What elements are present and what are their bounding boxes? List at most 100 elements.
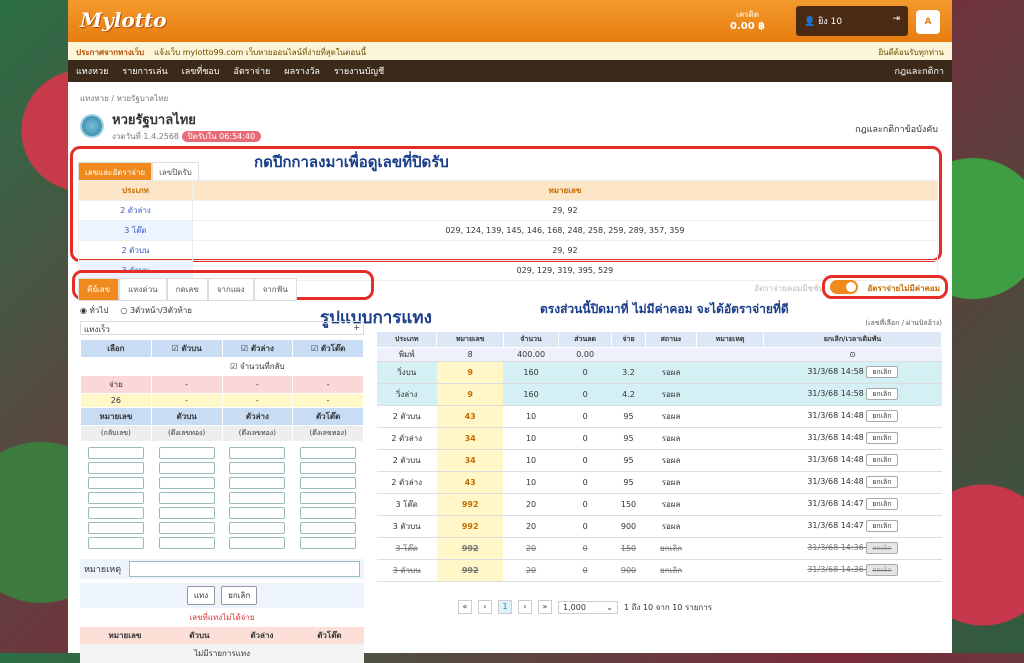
amount-input[interactable] bbox=[158, 507, 215, 519]
plus-icon[interactable]: + bbox=[353, 323, 360, 333]
bet-time: 31/3/68 14:36 bbox=[807, 543, 864, 552]
check-top[interactable]: ☑ ตัวบน bbox=[150, 339, 223, 358]
cancel-bet-button[interactable]: ยกเลิก bbox=[866, 520, 898, 532]
nav-item-rate[interactable]: อัตราจ่าย bbox=[234, 64, 271, 78]
first-page-button[interactable]: « bbox=[458, 600, 472, 614]
note-input[interactable] bbox=[129, 561, 360, 577]
cell: 31/3/68 14:58 ยกเลิก bbox=[763, 361, 942, 384]
cancel-bet-button[interactable]: ยกเลิก bbox=[866, 366, 898, 378]
amount-input[interactable] bbox=[158, 537, 215, 549]
amount-input[interactable] bbox=[300, 537, 357, 549]
sub-pull[interactable]: (ดึงเลขทอง) bbox=[292, 425, 364, 442]
page-button[interactable]: 1 bbox=[498, 600, 512, 614]
tab-panel[interactable]: จากแผง bbox=[207, 278, 254, 301]
user-box[interactable]: 👤 ยิง 10 ⇥ bbox=[796, 6, 908, 36]
cell bbox=[696, 537, 764, 560]
site-logo[interactable]: Mylotto bbox=[80, 8, 167, 32]
amount-input[interactable] bbox=[229, 447, 286, 459]
cell: 2 ตัวล่าง bbox=[376, 427, 437, 450]
cancel-button[interactable]: ยกเลิก bbox=[221, 586, 258, 605]
number-input[interactable] bbox=[87, 537, 144, 549]
nav-item-fav[interactable]: เลขที่ชอบ bbox=[182, 64, 220, 78]
next-page-button[interactable]: › bbox=[518, 600, 532, 614]
nav-item-rules[interactable]: กฎและกติกา bbox=[895, 64, 944, 78]
cell: 34 bbox=[436, 427, 504, 450]
number-input[interactable] bbox=[87, 462, 144, 474]
amount-input[interactable] bbox=[300, 477, 357, 489]
radio-front-back[interactable]: ○ 3ตัวหน้า/3ตัวท้าย bbox=[120, 304, 191, 317]
cancel-bet-button[interactable]: ยกเลิก bbox=[866, 564, 898, 576]
cancel-bet-button[interactable]: ยกเลิก bbox=[866, 476, 898, 488]
topbar: Mylotto เครดิต 0.00 ฿ 👤 ยิง 10 ⇥ A bbox=[68, 0, 952, 42]
page-size-select[interactable]: 1,000 ⌄ bbox=[558, 600, 618, 614]
prev-page-button[interactable]: ‹ bbox=[478, 600, 492, 614]
nav-item-bet[interactable]: แทงหวย bbox=[76, 64, 108, 78]
amount-input[interactable] bbox=[229, 477, 286, 489]
input-cell[interactable]: 400.00 bbox=[503, 347, 559, 362]
tab-key[interactable]: คีย์เลข bbox=[78, 278, 120, 301]
amount-input[interactable] bbox=[158, 522, 215, 534]
cancel-bet-button[interactable]: ยกเลิก bbox=[866, 388, 898, 400]
cell: 992 bbox=[436, 537, 504, 560]
commission-toggle[interactable] bbox=[830, 280, 858, 294]
cell: รอผล bbox=[645, 427, 697, 450]
amount-input[interactable] bbox=[300, 492, 357, 504]
cancel-bet-button[interactable]: ยกเลิก bbox=[866, 454, 898, 466]
amount-input[interactable] bbox=[300, 522, 357, 534]
cancel-bet-button[interactable]: ยกเลิก bbox=[866, 542, 898, 554]
cell: 0 bbox=[558, 361, 612, 384]
number-input[interactable] bbox=[87, 477, 144, 489]
cancel-bet-button[interactable]: ยกเลิก bbox=[866, 432, 898, 444]
check-bottom[interactable]: ☑ ตัวล่าง bbox=[221, 339, 294, 358]
cancel-bet-button[interactable]: ยกเลิก bbox=[866, 498, 898, 510]
number-input[interactable] bbox=[87, 492, 144, 504]
tab-press[interactable]: กดเลข bbox=[166, 278, 208, 301]
closed-numbers-table: ประเภท หมายเลข 2 ตัวล่าง 29, 92 3 โต๊ด 029,… bbox=[78, 180, 939, 281]
nav-item-list[interactable]: รายการเล่น bbox=[122, 64, 167, 78]
amount-input[interactable] bbox=[229, 507, 286, 519]
check-tod[interactable]: ☑ ตัวโต๊ด bbox=[292, 339, 364, 358]
bet-button[interactable]: แทง bbox=[186, 586, 216, 605]
announcement-label: ประกาศจากทางเว็บ bbox=[76, 48, 145, 57]
amount-input[interactable] bbox=[300, 462, 357, 474]
cell: 0 bbox=[558, 405, 612, 428]
amount-input[interactable] bbox=[158, 492, 215, 504]
translate-icon[interactable]: A bbox=[916, 10, 940, 34]
table-row: 3 ตัวบน 992 20 0 900 รอผล 31/3/68 14:47 ยกเลิก bbox=[376, 515, 942, 538]
last-page-button[interactable]: » bbox=[538, 600, 552, 614]
sub-pull[interactable]: (ดึงเลขทอง) bbox=[150, 425, 223, 442]
input-cell[interactable]: 0.00 bbox=[558, 347, 612, 362]
number-input[interactable] bbox=[87, 522, 144, 534]
amount-input[interactable] bbox=[229, 537, 286, 549]
amount-input[interactable] bbox=[300, 447, 357, 459]
input-cell[interactable]: 8 bbox=[436, 347, 504, 362]
tab-quick[interactable]: แทงด่วน bbox=[119, 278, 167, 301]
amount-input[interactable] bbox=[158, 477, 215, 489]
rules-link[interactable]: กฎและกติกาข้อบังคับ bbox=[855, 122, 938, 136]
input-cell[interactable]: พิมพ์ bbox=[376, 347, 437, 362]
breadcrumb[interactable]: แทงหวย / หวยรัฐบาลไทย bbox=[80, 92, 940, 105]
bets-head-link[interactable]: (เลขที่เลือก / ผ่านบิลอ้าง) bbox=[376, 318, 942, 329]
sub-reverse[interactable]: (กลับเลข) bbox=[80, 425, 152, 442]
number-input[interactable] bbox=[87, 507, 144, 519]
tab-tooth[interactable]: จากฟัน bbox=[253, 278, 297, 301]
cell bbox=[696, 515, 764, 538]
check-reverse[interactable]: ☑ จำนวนที่กลับ bbox=[150, 357, 365, 376]
cell: รอผล bbox=[645, 515, 697, 538]
amount-input[interactable] bbox=[229, 462, 286, 474]
logout-icon[interactable]: ⇥ bbox=[892, 14, 900, 24]
radio-general[interactable]: ◉ ทั่วไป bbox=[80, 304, 108, 317]
amount-input[interactable] bbox=[158, 447, 215, 459]
cancel-bet-button[interactable]: ยกเลิก bbox=[866, 410, 898, 422]
nav-item-report[interactable]: รายงานบัญชี bbox=[334, 64, 384, 78]
quick-bet-row[interactable]: แทงเร็ว + bbox=[80, 321, 364, 335]
amount-input[interactable] bbox=[300, 507, 357, 519]
sub-pull[interactable]: (ดึงเลขทอง) bbox=[221, 425, 294, 442]
nav-item-results[interactable]: ผลรางวัล bbox=[284, 64, 320, 78]
amount-input[interactable] bbox=[158, 462, 215, 474]
amount-input[interactable] bbox=[229, 492, 286, 504]
check-top-label: ตัวบน bbox=[181, 344, 202, 353]
cell: รอผล bbox=[645, 449, 697, 472]
amount-input[interactable] bbox=[229, 522, 286, 534]
number-input[interactable] bbox=[87, 447, 144, 459]
